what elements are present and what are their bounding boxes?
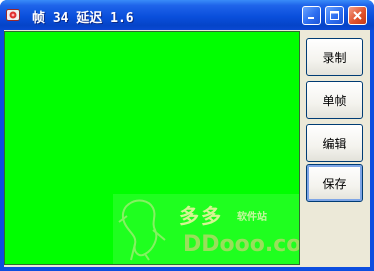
watermark-tag: 软件站: [237, 212, 267, 223]
close-icon: [353, 11, 362, 20]
watermark-url: DDooo.com: [183, 232, 300, 257]
maximize-button[interactable]: [325, 6, 344, 25]
capture-canvas[interactable]: 多多 软件站 DDooo.com: [4, 31, 300, 265]
watermark-brand: 多多: [179, 204, 223, 228]
minimize-button[interactable]: [302, 6, 321, 25]
client-area: 多多 软件站 DDooo.com 录制 单帧 编辑 保存: [4, 30, 370, 267]
window-title: 帧 34 延迟 1.6: [32, 11, 134, 26]
single-frame-button[interactable]: 单帧: [306, 81, 363, 119]
close-button[interactable]: [348, 6, 367, 25]
save-button[interactable]: 保存: [306, 164, 363, 202]
horse-logo-icon: [118, 199, 166, 261]
minimize-icon: [308, 17, 314, 19]
watermark: 多多 软件站 DDooo.com: [113, 194, 300, 264]
app-window: 帧 34 延迟 1.6 多多 软件站 DDooo.co 录制 单帧 编辑 保存: [0, 0, 374, 271]
edit-button[interactable]: 编辑: [306, 124, 363, 162]
maximize-icon: [330, 11, 339, 20]
title-bar[interactable]: 帧 34 延迟 1.6: [0, 0, 374, 30]
app-record-icon: [6, 9, 20, 21]
record-button[interactable]: 录制: [306, 38, 363, 76]
